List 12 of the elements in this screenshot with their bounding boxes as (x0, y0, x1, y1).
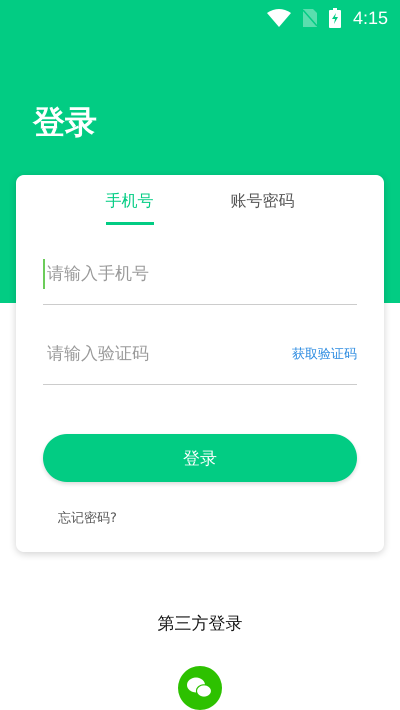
login-button[interactable]: 登录 (43, 434, 357, 482)
login-tab[interactable]: 账号密码 (230, 187, 294, 225)
login-tab[interactable]: 手机号 (106, 187, 154, 225)
forgot-password-link[interactable]: 忘记密码? (58, 509, 117, 527)
page-title: 登录 (32, 102, 98, 142)
wechat-icon[interactable] (178, 666, 222, 710)
third-party-label: 第三方登录 (158, 613, 242, 635)
get-code-link[interactable]: 获取验证码 (292, 345, 357, 363)
no-sim-icon (302, 9, 317, 27)
battery-charging-icon (328, 8, 341, 28)
status-time: 4:15 (352, 8, 388, 28)
wifi-icon (266, 9, 291, 27)
